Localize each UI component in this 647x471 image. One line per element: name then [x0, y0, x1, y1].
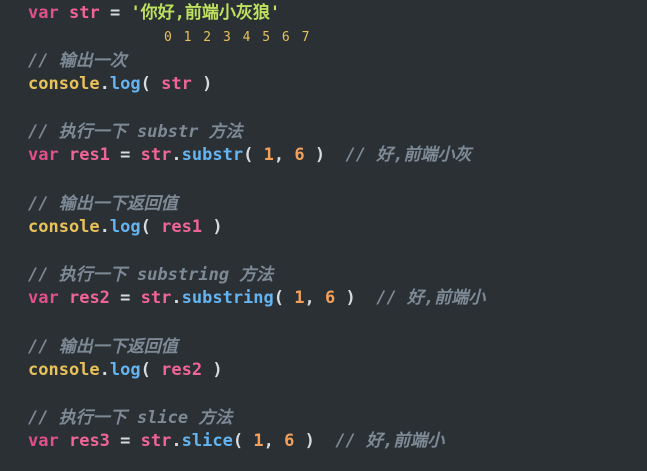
object-name: str	[140, 145, 172, 165]
argument: res1	[161, 217, 203, 237]
variable-name: res1	[68, 145, 110, 165]
number-literal: 1	[253, 431, 264, 451]
code-line-slice: var res3 = str.slice( 1, 6 ) // 好,前端小	[28, 430, 444, 452]
inline-comment: // 好,前端小	[335, 431, 445, 451]
comma: ,	[263, 431, 274, 451]
comma: ,	[273, 145, 285, 165]
code-line-log-res1: console.log( res1 )	[28, 216, 223, 238]
argument: res2	[161, 360, 203, 380]
function-name: log	[109, 360, 141, 380]
open-paren: (	[140, 74, 151, 94]
code-comment: // 执行一下 substring 方法	[28, 265, 274, 285]
operator: =	[120, 288, 131, 308]
open-paren: (	[140, 217, 151, 237]
code-comment: // 输出一次	[28, 51, 127, 71]
number-literal: 6	[294, 145, 305, 165]
keyword: var	[28, 145, 59, 165]
operator: =	[120, 145, 131, 165]
object-name: console	[28, 360, 100, 380]
open-paren: (	[243, 145, 254, 165]
code-editor[interactable]: var str = '你好,前端小灰狼' 0 1 2 3 4 5 6 7 // …	[0, 0, 647, 471]
dot: .	[99, 217, 110, 237]
operator: =	[109, 3, 121, 23]
string-literal: '你好,前端小灰狼'	[130, 3, 281, 23]
close-paren: )	[212, 217, 223, 237]
code-line-log-res2: console.log( res2 )	[28, 359, 223, 381]
open-paren: (	[232, 431, 244, 451]
dot: .	[171, 145, 182, 165]
keyword: var	[28, 431, 59, 451]
code-comment: // 执行一下 slice 方法	[28, 408, 233, 428]
argument: str	[161, 74, 192, 94]
object-name: console	[28, 217, 100, 237]
number-literal: 1	[294, 288, 305, 308]
function-name: slice	[181, 431, 233, 451]
dot: .	[171, 431, 182, 451]
dot: .	[99, 74, 110, 94]
variable-name: res3	[68, 431, 110, 451]
operator: =	[120, 431, 131, 451]
object-name: str	[140, 431, 172, 451]
function-name: substr	[181, 145, 244, 165]
close-paren: )	[212, 360, 223, 380]
code-line-log-str: console.log( str )	[28, 73, 212, 95]
close-paren: )	[314, 145, 326, 165]
open-paren: (	[273, 288, 285, 308]
close-paren: )	[202, 74, 213, 94]
number-literal: 1	[263, 145, 274, 165]
inline-comment: // 好,前端小灰	[345, 145, 472, 165]
code-line-declare-str: var str = '你好,前端小灰狼'	[28, 2, 280, 24]
close-paren: )	[345, 288, 356, 308]
keyword: var	[28, 3, 59, 23]
code-line-substr: var res1 = str.substr( 1, 6 ) // 好,前端小灰	[28, 144, 472, 166]
variable-name: str	[68, 3, 100, 23]
inline-comment: // 好,前端小	[376, 288, 486, 308]
code-comment: // 执行一下 substr 方法	[28, 122, 243, 142]
object-name: console	[28, 74, 100, 94]
function-name: substring	[181, 288, 274, 308]
variable-name: res2	[68, 288, 110, 308]
code-comment: // 输出一下返回值	[28, 194, 178, 214]
code-comment: // 输出一下返回值	[28, 337, 178, 357]
index-hint: 0 1 2 3 4 5 6 7	[164, 30, 312, 45]
object-name: str	[140, 288, 172, 308]
number-literal: 6	[284, 431, 295, 451]
number-literal: 6	[325, 288, 336, 308]
comma: ,	[304, 288, 315, 308]
function-name: log	[109, 74, 141, 94]
close-paren: )	[304, 431, 315, 451]
dot: .	[99, 360, 110, 380]
function-name: log	[109, 217, 141, 237]
keyword: var	[28, 288, 59, 308]
code-line-substring: var res2 = str.substring( 1, 6 ) // 好,前端…	[28, 287, 485, 309]
dot: .	[171, 288, 182, 308]
open-paren: (	[140, 360, 151, 380]
